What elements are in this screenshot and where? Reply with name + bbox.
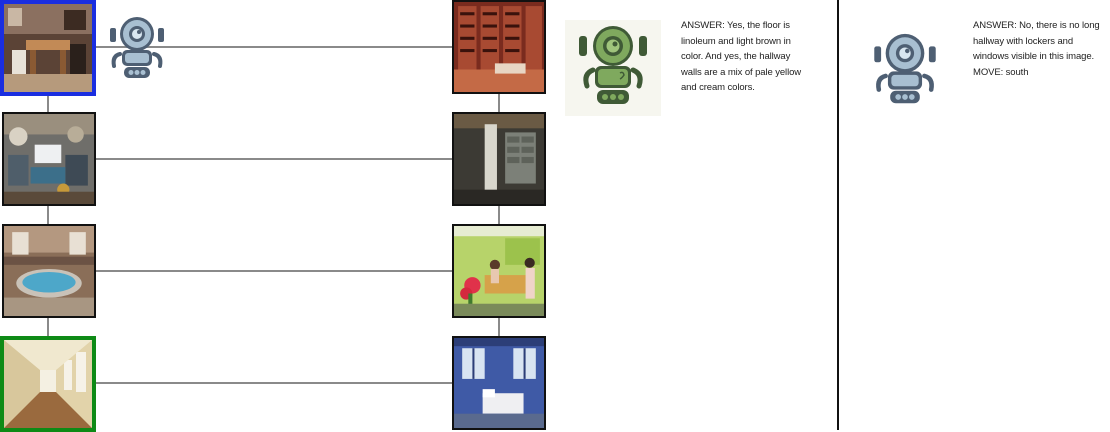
blue-answer-text: ANSWER: No, there is no long hallway wit… (973, 18, 1100, 80)
trophy-room-image (4, 114, 94, 204)
green-robot-card (565, 20, 661, 116)
green-answer-line: ANSWER: Yes, the floor is (681, 20, 790, 31)
green-answer-text: ANSWER: Yes, the floor is linoleum and l… (681, 18, 801, 96)
blue-robot-icon (108, 14, 166, 80)
node-trophy-room[interactable] (2, 112, 96, 206)
node-wine-cellar[interactable] (452, 0, 546, 94)
blue-answer-line: windows visible in this image. (973, 51, 1095, 62)
node-lobby[interactable] (452, 224, 546, 318)
blue-answer-line: hallway with lockers and (973, 35, 1074, 47)
blue-robot-icon (872, 28, 938, 108)
basement-image (454, 114, 544, 204)
node-basement[interactable] (452, 112, 546, 206)
hot-tub-room-image (4, 226, 94, 316)
node-hot-tub-room[interactable] (2, 224, 96, 318)
green-answer-line: walls are a mix of pale yellow (681, 66, 802, 78)
wine-cellar-image (454, 2, 544, 92)
hallway-image (4, 340, 92, 428)
node-hallway[interactable] (0, 336, 96, 432)
green-answer-line: color. And yes, the hallway (681, 51, 791, 62)
edge-hot-tub-hallway (47, 318, 49, 336)
green-answer-line: linoleum and light brown in (681, 35, 791, 47)
node-office-room[interactable] (0, 0, 96, 96)
node-bedroom[interactable] (452, 336, 546, 430)
edge-wine-basement (498, 94, 500, 112)
edge-basement-lobby (498, 206, 500, 224)
edge-trophy-hot-tub (47, 206, 49, 224)
edge-hot-tub-lobby (94, 270, 452, 272)
green-robot-icon (579, 26, 647, 104)
lobby-image (454, 226, 544, 316)
blue-answer-line: ANSWER: No, there is no long (973, 20, 1100, 31)
bedroom-image (454, 338, 544, 428)
office-room-image (4, 4, 92, 92)
edge-lobby-bedroom (498, 318, 500, 336)
green-answer-line: and cream colors. (681, 82, 755, 93)
edge-trophy-basement (94, 158, 452, 160)
edge-office-trophy (47, 94, 49, 112)
edge-hallway-bedroom (94, 382, 452, 384)
panel-divider (837, 0, 839, 430)
blue-answer-line: MOVE: south (973, 66, 1029, 78)
